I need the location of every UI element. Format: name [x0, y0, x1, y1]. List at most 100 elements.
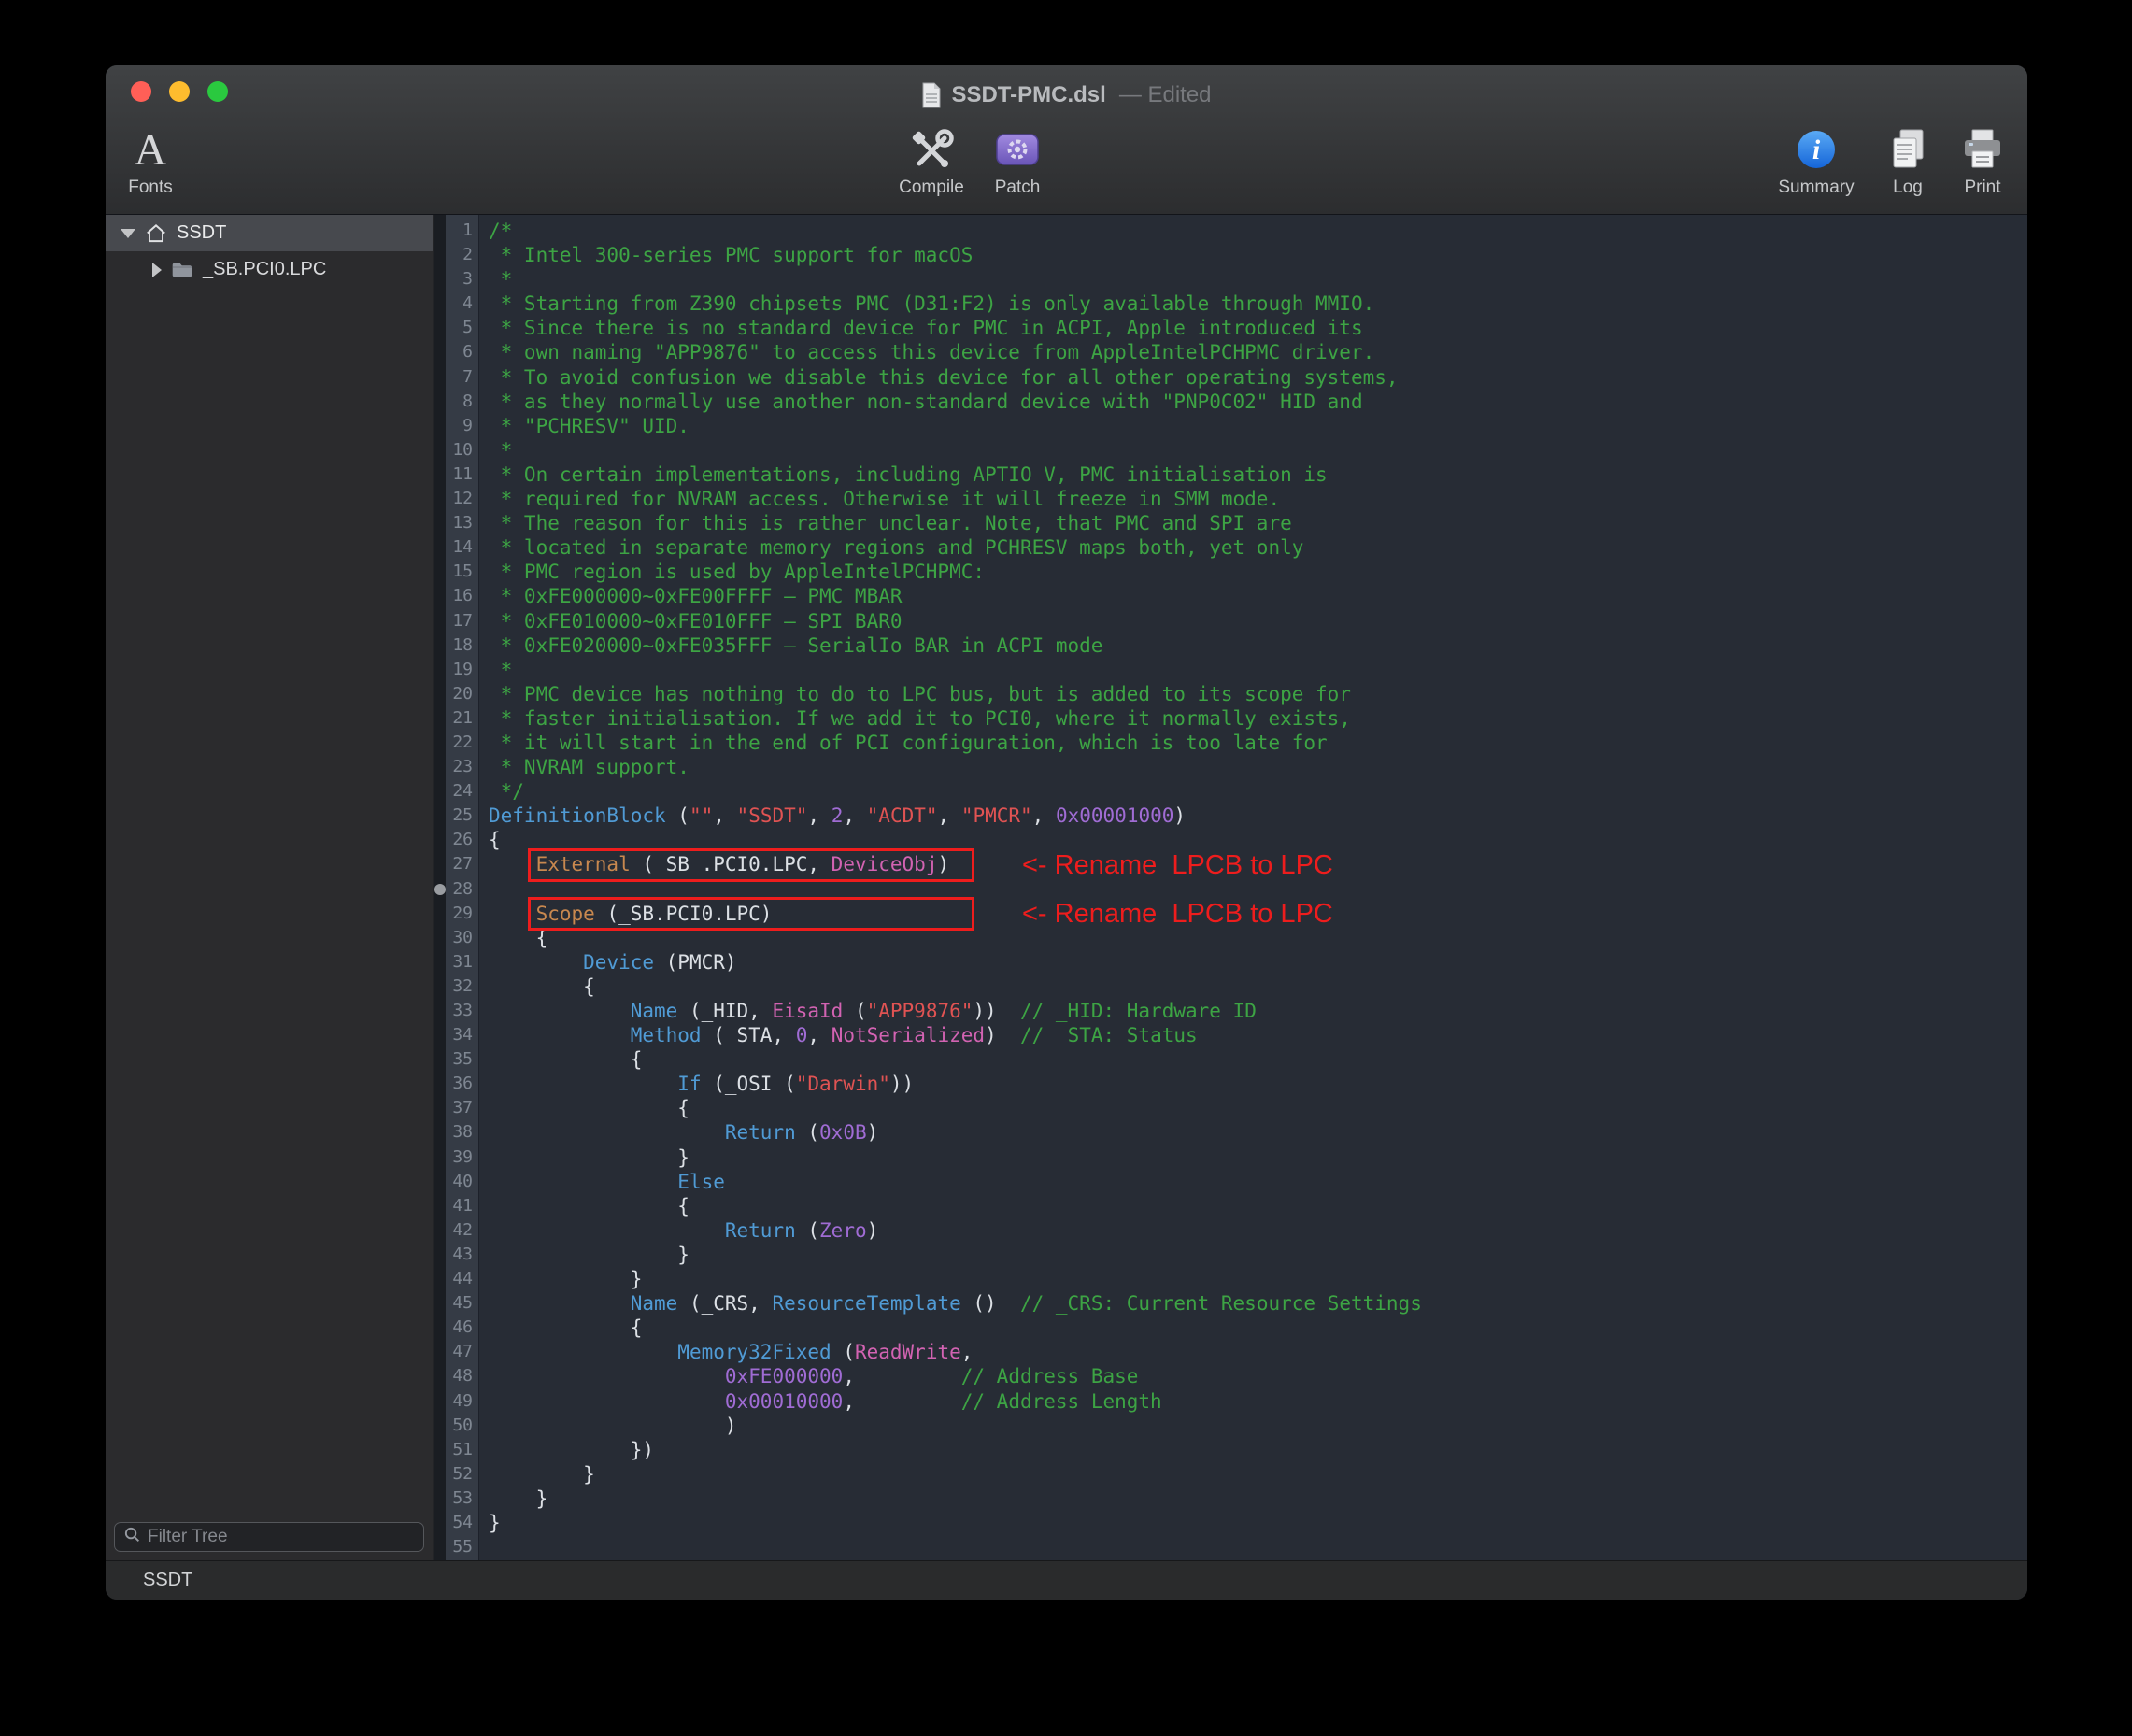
code-line: 13 * The reason for this is rather uncle… — [446, 511, 2027, 535]
code-text: 0xFE000000, // Address Base — [479, 1364, 1138, 1388]
line-number: 8 — [446, 390, 479, 414]
minimize-button[interactable] — [169, 81, 190, 102]
code-line: 32 { — [446, 975, 2027, 999]
status-text: SSDT — [143, 1570, 192, 1591]
disclosure-down-icon[interactable] — [121, 229, 135, 238]
code-text: { — [479, 975, 595, 999]
app-window: SSDT-PMC.dsl — Edited A Fonts Co — [106, 65, 2027, 1600]
line-number: 6 — [446, 340, 479, 364]
code-line: 38 Return (0x0B) — [446, 1120, 2027, 1145]
code-line: 11 * On certain implementations, includi… — [446, 462, 2027, 487]
line-number: 22 — [446, 731, 479, 755]
code-line: 48 0xFE000000, // Address Base — [446, 1364, 2027, 1388]
print-label: Print — [1964, 178, 2000, 198]
fonts-button[interactable]: A Fonts — [106, 123, 202, 198]
line-number: 40 — [446, 1170, 479, 1194]
code-line: 25DefinitionBlock ("", "SSDT", 2, "ACDT"… — [446, 804, 2027, 828]
code-text: DefinitionBlock ("", "SSDT", 2, "ACDT", … — [479, 804, 1186, 828]
line-number: 5 — [446, 316, 479, 340]
printer-icon — [1960, 123, 2005, 176]
code-text: * Since there is no standard device for … — [479, 316, 1363, 340]
code-text: * 0xFE020000~0xFE035FFF — SerialIo BAR i… — [479, 633, 1102, 658]
code-text: } — [479, 1462, 595, 1487]
line-number: 1 — [446, 219, 479, 243]
window-chrome: SSDT-PMC.dsl — Edited A Fonts Co — [106, 65, 2027, 215]
line-number: 13 — [446, 511, 479, 535]
line-number: 54 — [446, 1511, 479, 1535]
code-line: 1/* — [446, 219, 2027, 243]
summary-label: Summary — [1778, 178, 1854, 198]
code-text: * own naming "APP9876" to access this de… — [479, 340, 1374, 364]
code-text: * 0xFE010000~0xFE010FFF — SPI BAR0 — [479, 609, 903, 633]
line-number: 34 — [446, 1023, 479, 1047]
tree-item-sb-pci0-lpc[interactable]: _SB.PCI0.LPC — [106, 251, 433, 288]
filter-tree-input[interactable] — [148, 1527, 415, 1547]
line-number: 30 — [446, 926, 479, 950]
code-text: Return (Zero) — [479, 1218, 878, 1243]
line-number: 9 — [446, 414, 479, 438]
code-line: 4 * Starting from Z390 chipsets PMC (D31… — [446, 292, 2027, 316]
code-lines: 1/*2 * Intel 300-series PMC support for … — [446, 219, 2027, 1559]
line-number: 25 — [446, 804, 479, 828]
code-text: * as they normally use another non-stand… — [479, 390, 1363, 414]
code-editor[interactable]: 1/*2 * Intel 300-series PMC support for … — [446, 215, 2027, 1560]
patch-label: Patch — [995, 178, 1041, 198]
line-number: 48 — [446, 1364, 479, 1388]
patch-icon — [994, 123, 1041, 176]
sidebar: SSDT _SB.PCI0.LPC — [106, 215, 433, 1560]
line-number: 2 — [446, 243, 479, 267]
disclosure-right-icon[interactable] — [152, 263, 162, 277]
line-number: 12 — [446, 487, 479, 511]
code-text: * 0xFE000000~0xFE00FFFF — PMC MBAR — [479, 584, 903, 608]
code-text: }) — [479, 1438, 654, 1462]
code-line: 5 * Since there is no standard device fo… — [446, 316, 2027, 340]
code-text: 0x00010000, // Address Length — [479, 1389, 1162, 1414]
close-button[interactable] — [131, 81, 151, 102]
code-line: 36 If (_OSI ("Darwin")) — [446, 1072, 2027, 1096]
code-line: 14 * located in separate memory regions … — [446, 535, 2027, 560]
line-number: 29 — [446, 902, 479, 926]
line-number: 39 — [446, 1145, 479, 1170]
code-line: 12 * required for NVRAM access. Otherwis… — [446, 487, 2027, 511]
highlight-box-scope — [528, 897, 974, 931]
code-text: * Intel 300-series PMC support for macOS — [479, 243, 973, 267]
code-text: Device (PMCR) — [479, 950, 737, 975]
code-text: * faster initialisation. If we add it to… — [479, 706, 1351, 731]
code-line: 46 { — [446, 1316, 2027, 1340]
editor-rail — [433, 215, 446, 1560]
code-text: If (_OSI ("Darwin")) — [479, 1072, 914, 1096]
code-text: * — [479, 438, 512, 462]
line-number: 53 — [446, 1487, 479, 1511]
line-number: 51 — [446, 1438, 479, 1462]
status-bar: SSDT — [106, 1560, 2027, 1600]
summary-button[interactable]: i Summary — [1765, 123, 1868, 198]
line-number: 47 — [446, 1340, 479, 1364]
line-number: 24 — [446, 779, 479, 804]
code-text: * On certain implementations, including … — [479, 462, 1328, 487]
print-button[interactable]: Print — [1931, 123, 2027, 198]
highlight-box-external — [528, 848, 974, 882]
code-text: * To avoid confusion we disable this dev… — [479, 365, 1399, 390]
patch-button[interactable]: Patch — [966, 123, 1069, 198]
fonts-icon: A — [135, 123, 167, 176]
line-number: 42 — [446, 1218, 479, 1243]
code-line: 51 }) — [446, 1438, 2027, 1462]
home-icon — [144, 221, 168, 246]
code-line: 7 * To avoid confusion we disable this d… — [446, 365, 2027, 390]
zoom-button[interactable] — [207, 81, 228, 102]
code-line: 43 } — [446, 1243, 2027, 1267]
code-line: 39 } — [446, 1145, 2027, 1170]
line-number: 41 — [446, 1194, 479, 1218]
code-line: 34 Method (_STA, 0, NotSerialized) // _S… — [446, 1023, 2027, 1047]
code-text: * — [479, 658, 512, 682]
code-line: 6 * own naming "APP9876" to access this … — [446, 340, 2027, 364]
code-text: { — [479, 1096, 689, 1120]
code-text: Return (0x0B) — [479, 1120, 878, 1145]
line-number: 33 — [446, 999, 479, 1023]
tree-item-ssdt[interactable]: SSDT — [106, 215, 433, 251]
code-line: 8 * as they normally use another non-sta… — [446, 390, 2027, 414]
titlebar[interactable]: SSDT-PMC.dsl — Edited — [106, 65, 2027, 118]
line-number: 27 — [446, 852, 479, 876]
code-line: 41 { — [446, 1194, 2027, 1218]
code-line: 21 * faster initialisation. If we add it… — [446, 706, 2027, 731]
